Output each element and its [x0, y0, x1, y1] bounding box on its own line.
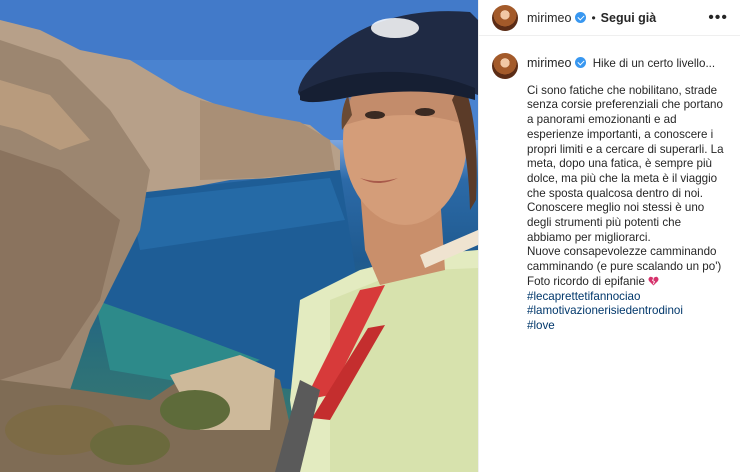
caption-avatar[interactable] [492, 53, 518, 79]
avatar[interactable] [492, 4, 518, 31]
hashtag-link[interactable]: #lamotivazionerisiedentrodinoi [527, 304, 727, 319]
caption-text: mirimeo Hike di un certo livello... Ci s… [527, 53, 727, 334]
caption-body: Ci sono fatiche che nobilitano, strade s… [527, 84, 727, 290]
caption-paragraph: Ci sono fatiche che nobilitano, strade s… [527, 83, 724, 288]
verified-badge-icon [575, 57, 587, 68]
post-photo[interactable] [0, 0, 478, 472]
header-username[interactable]: mirimeo [527, 11, 571, 25]
more-options-icon[interactable]: ••• [708, 9, 728, 26]
photo-scene [0, 0, 478, 472]
caption-username[interactable]: mirimeo [527, 56, 571, 70]
caption-first-line: mirimeo Hike di un certo livello... [527, 56, 727, 72]
verified-badge-icon [575, 12, 587, 23]
post-header: mirimeo • Segui già ••• [479, 0, 740, 36]
hashtag-link[interactable]: #lecaprettetifannociao [527, 290, 727, 305]
post-side-panel: mirimeo • Segui già ••• mirimeo Hike di … [478, 0, 740, 472]
hashtag-link[interactable]: #love [527, 319, 727, 334]
caption: mirimeo Hike di un certo livello... Ci s… [479, 36, 740, 334]
caption-headline: Hike di un certo livello... [592, 57, 716, 70]
broken-heart-emoji [648, 276, 659, 286]
header-separator: • [591, 10, 596, 25]
following-button[interactable]: Segui già [601, 11, 657, 25]
